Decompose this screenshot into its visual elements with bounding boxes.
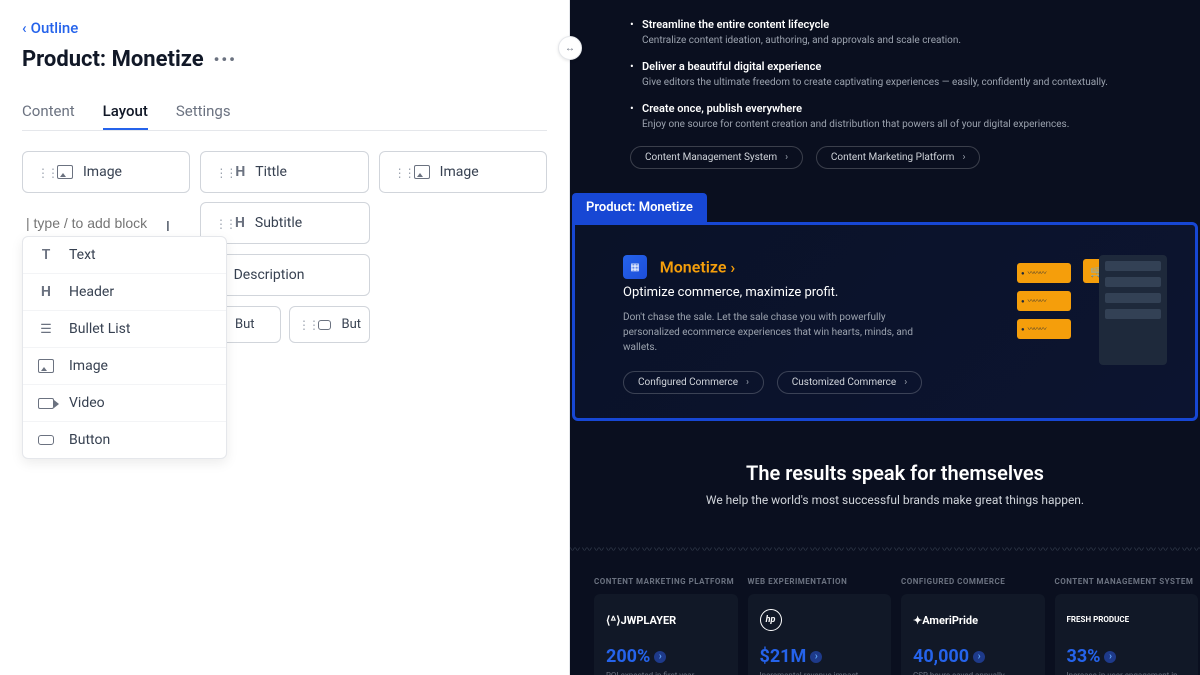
menu-item-header[interactable]: H Header — [23, 274, 226, 311]
feature-desc: Centralize content ideation, authoring, … — [642, 33, 1160, 48]
menu-label: Video — [69, 395, 105, 411]
product-title[interactable]: Monetize — [660, 258, 736, 277]
product-subtitle: Optimize commerce, maximize profit. — [623, 285, 977, 300]
button-icon — [318, 320, 331, 330]
menu-label: Text — [69, 247, 96, 263]
tab-layout[interactable]: Layout — [103, 94, 148, 130]
stat-card-hp[interactable]: hp $21M Incremental revenue impact — [748, 594, 892, 675]
block-button-2[interactable]: But — [289, 306, 370, 343]
stat-value: 33% — [1067, 646, 1187, 667]
feature-title: Deliver a beautiful digital experience — [642, 60, 1160, 73]
heading-icon: H — [235, 215, 245, 231]
block-label: But — [235, 317, 255, 332]
image-icon — [414, 165, 430, 179]
link-cms[interactable]: Content Management System — [630, 146, 803, 169]
image-icon — [37, 359, 55, 373]
tab-content[interactable]: Content — [22, 94, 75, 130]
heading-icon: H — [235, 164, 245, 180]
back-to-outline[interactable]: ‹ Outline — [22, 19, 78, 37]
back-label: Outline — [31, 19, 79, 37]
block-label: Subtitle — [255, 215, 302, 231]
stat-desc: Incremental revenue impact — [760, 671, 880, 675]
more-actions-button[interactable]: ••• — [214, 50, 237, 69]
stat-value: 40,000 — [913, 646, 1033, 667]
drag-icon — [215, 165, 225, 179]
selected-block-highlight: ▦ Monetize Optimize commerce, maximize p… — [572, 222, 1198, 421]
menu-item-video[interactable]: Video — [23, 385, 226, 422]
block-label: Tittle — [255, 164, 287, 180]
feature-title: Create once, publish everywhere — [642, 102, 1160, 115]
menu-label: Image — [69, 358, 108, 374]
logo-fresh-produce: FRESH PRODUCE — [1067, 608, 1187, 632]
link-configured-commerce[interactable]: Configured Commerce — [623, 371, 764, 394]
stat-card-ameripride[interactable]: ✦ AmeriPride 40,000 CSR hours saved annu… — [901, 594, 1045, 675]
card-category: CONTENT MARKETING PLATFORM — [594, 577, 738, 586]
stat-card-jwplayer[interactable]: ⟨ᐞ⟩ JWPLAYER 200% ROI expected in first … — [594, 594, 738, 675]
stat-desc: CSR hours saved annually — [913, 671, 1033, 675]
drag-icon — [37, 165, 47, 179]
link-customized-commerce[interactable]: Customized Commerce — [777, 371, 922, 394]
feature-title: Streamline the entire content lifecycle — [642, 18, 1160, 31]
divider-squiggle: 〰〰〰〰〰〰〰〰〰〰〰〰〰〰〰〰〰〰〰〰〰〰〰〰〰〰〰〰〰〰〰〰〰〰〰〰〰〰〰〰… — [570, 541, 1200, 553]
page-title: Product: Monetize — [22, 47, 204, 72]
block-label: Image — [83, 164, 122, 180]
product-illustration: 〰〰〰 〰〰〰 〰〰〰 🛒 — [1017, 255, 1167, 385]
bullet-list-icon — [37, 322, 55, 337]
text-icon: T — [37, 247, 55, 263]
link-cmp[interactable]: Content Marketing Platform — [816, 146, 981, 169]
menu-item-image[interactable]: Image — [23, 348, 226, 385]
feature-desc: Give editors the ultimate freedom to cre… — [642, 75, 1160, 90]
monetize-icon: ▦ — [623, 255, 647, 279]
selected-block-tab: Product: Monetize — [572, 193, 707, 222]
block-image-2[interactable]: Image — [379, 151, 547, 193]
menu-item-button[interactable]: Button — [23, 422, 226, 458]
drag-icon — [215, 216, 225, 230]
card-category: WEB EXPERIMENTATION — [748, 577, 892, 586]
menu-label: Header — [69, 284, 114, 300]
block-label: Image — [440, 164, 479, 180]
drag-icon — [394, 165, 404, 179]
heading-icon: H — [37, 284, 55, 300]
block-image-1[interactable]: Image — [22, 151, 190, 193]
button-icon — [37, 435, 55, 445]
panel-resize-handle[interactable]: ↔ — [558, 36, 582, 60]
menu-item-bullet-list[interactable]: Bullet List — [23, 311, 226, 348]
card-category: CONFIGURED COMMERCE — [901, 577, 1045, 586]
logo-jwplayer: ⟨ᐞ⟩ JWPLAYER — [606, 608, 726, 632]
block-type-menu: T Text H Header Bullet List Image Video — [22, 236, 227, 459]
logo-hp: hp — [760, 608, 880, 632]
preview-panel: Streamline the entire content lifecycle … — [570, 0, 1200, 675]
text-cursor-icon: I — [166, 219, 170, 235]
results-title: The results speak for themselves — [630, 461, 1160, 485]
card-category: CONTENT MANAGEMENT SYSTEM — [1055, 577, 1199, 586]
menu-item-text[interactable]: T Text — [23, 237, 226, 274]
results-subtitle: We help the world's most successful bran… — [630, 491, 1160, 509]
block-label: Description — [234, 267, 305, 283]
block-title[interactable]: H Tittle — [200, 151, 368, 193]
image-icon — [57, 165, 73, 179]
menu-label: Button — [69, 432, 110, 448]
stat-desc: Increase in user engagement in the first… — [1067, 671, 1187, 675]
product-description: Don't chase the sale. Let the sale chase… — [623, 310, 933, 355]
stat-value: $21M — [760, 646, 880, 667]
chevron-left-icon: ‹ — [22, 19, 27, 37]
tab-settings[interactable]: Settings — [176, 94, 231, 130]
feature-desc: Enjoy one source for content creation an… — [642, 117, 1160, 132]
block-label: But — [341, 317, 361, 332]
logo-ameripride: ✦ AmeriPride — [913, 608, 1033, 632]
video-icon — [37, 398, 55, 409]
stat-value: 200% — [606, 646, 726, 667]
menu-label: Bullet List — [69, 321, 130, 337]
stat-card-freshproduce[interactable]: FRESH PRODUCE 33% Increase in user engag… — [1055, 594, 1199, 675]
drag-icon — [298, 318, 308, 332]
stat-desc: ROI expected in first year — [606, 671, 726, 675]
